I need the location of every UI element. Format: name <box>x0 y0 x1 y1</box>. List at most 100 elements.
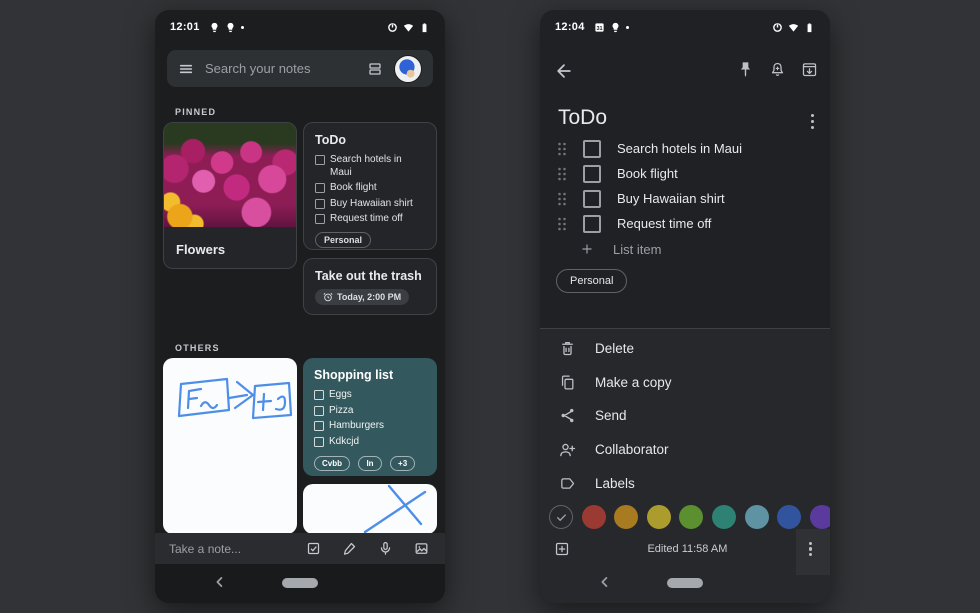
list-view-toggle-icon[interactable] <box>367 61 383 77</box>
reminder-chip[interactable]: Today, 2:00 PM <box>315 289 409 305</box>
note-card-drawing-x[interactable] <box>303 484 437 534</box>
checkbox-icon <box>315 183 325 193</box>
pin-icon[interactable] <box>737 61 754 78</box>
trash-icon <box>559 340 576 357</box>
checkbox[interactable] <box>583 140 601 158</box>
plus-icon[interactable] <box>580 242 594 256</box>
color-swatch-teal[interactable] <box>712 505 736 529</box>
checklist-item: Buy Hawaiian shirt <box>315 198 425 211</box>
search-placeholder[interactable]: Search your notes <box>205 61 356 76</box>
person-add-icon <box>558 441 576 459</box>
checklist-row[interactable]: Request time off <box>540 211 830 236</box>
add-box-icon[interactable] <box>554 541 570 557</box>
checkbox-icon <box>315 214 325 224</box>
navigation-bar <box>155 564 445 603</box>
checkbox[interactable] <box>583 165 601 183</box>
menu-item-collaborator[interactable]: Collaborator <box>540 433 830 467</box>
label-tag-icon <box>559 475 576 492</box>
checklist-item: Kdkcjd <box>314 436 426 449</box>
take-a-note-bar[interactable]: Take a note... <box>155 533 445 564</box>
archive-icon[interactable] <box>801 61 818 78</box>
bottom-overflow-menu-icon[interactable] <box>805 538 816 561</box>
keep-home-screen: 12:01 Search your notes PINNED Flowers T… <box>155 10 445 603</box>
take-a-note-placeholder[interactable]: Take a note... <box>169 542 306 556</box>
color-swatch-blue[interactable] <box>777 505 801 529</box>
battery-icon <box>419 22 430 33</box>
hand-drawing-sketch <box>303 484 437 534</box>
label-chip[interactable]: In <box>358 456 381 471</box>
checklist-item: Pizza <box>314 405 426 418</box>
alarm-clock-icon <box>323 292 333 302</box>
note-card-flowers[interactable]: Flowers <box>163 122 297 269</box>
note-bottom-bar: Edited 11:58 AM <box>540 534 830 564</box>
notification-dot-icon <box>241 26 244 29</box>
account-avatar[interactable] <box>394 55 422 83</box>
note-card-trash[interactable]: Take out the trash Today, 2:00 PM <box>303 258 437 315</box>
color-swatch-default-selected[interactable] <box>549 505 573 529</box>
new-audio-mic-icon[interactable] <box>378 541 393 556</box>
pinned-section-label: PINNED <box>175 107 216 117</box>
label-chip-personal[interactable]: Personal <box>556 269 627 293</box>
checkbox[interactable] <box>583 215 601 233</box>
menu-item-send[interactable]: Send <box>540 399 830 433</box>
checkbox-icon <box>315 155 325 165</box>
checklist-row[interactable]: Search hotels in Maui <box>540 136 830 161</box>
drag-handle-icon[interactable] <box>557 142 567 156</box>
checklist: Search hotels in Maui Book flight Buy Ha… <box>540 136 830 262</box>
note-card-drawing[interactable] <box>163 358 297 534</box>
search-bar[interactable]: Search your notes <box>167 50 433 87</box>
menu-item-make-a-copy[interactable]: Make a copy <box>540 366 830 400</box>
note-card-todo[interactable]: ToDo Search hotels in Maui Book flight B… <box>303 122 437 250</box>
nav-home-pill[interactable] <box>282 578 318 588</box>
new-checklist-icon[interactable] <box>306 541 321 556</box>
note-card-shopping[interactable]: Shopping list Eggs Pizza Hamburgers Kdkc… <box>303 358 437 476</box>
checklist-item: Hamburgers <box>314 420 426 433</box>
nav-back-icon[interactable] <box>598 575 612 589</box>
wifi-icon <box>788 22 799 33</box>
checkbox[interactable] <box>583 190 601 208</box>
color-swatch-orange[interactable] <box>614 505 638 529</box>
nav-home-pill[interactable] <box>667 578 703 588</box>
color-swatch-blue-gray[interactable] <box>745 505 769 529</box>
wifi-icon <box>403 22 414 33</box>
menu-item-labels[interactable]: Labels <box>540 466 830 500</box>
data-saver-icon <box>772 22 783 33</box>
label-chip[interactable]: Personal <box>315 232 371 248</box>
note-options-bottom-sheet: Delete Make a copy Send Collaborator Lab… <box>540 328 830 603</box>
checklist-row[interactable]: Book flight <box>540 161 830 186</box>
drag-handle-icon[interactable] <box>557 192 567 206</box>
status-bar: 12:04 31 <box>540 16 830 38</box>
title-overflow-menu-icon[interactable] <box>807 110 818 133</box>
color-palette <box>549 505 830 529</box>
color-swatch-red[interactable] <box>582 505 606 529</box>
note-title: Flowers <box>176 242 225 257</box>
color-swatch-purple[interactable] <box>810 505 830 529</box>
note-title[interactable]: ToDo <box>558 106 607 130</box>
label-chip[interactable]: +3 <box>390 456 415 471</box>
color-swatch-yellow[interactable] <box>647 505 671 529</box>
color-swatch-green[interactable] <box>679 505 703 529</box>
drag-handle-icon[interactable] <box>557 217 567 231</box>
drag-handle-icon[interactable] <box>557 167 567 181</box>
label-chip[interactable]: Cvbb <box>314 456 350 471</box>
add-list-item-row[interactable]: List item <box>540 236 830 262</box>
nav-back-icon[interactable] <box>213 575 227 589</box>
keep-note-detail-screen: 12:04 31 ToDo Search hotels in Maui <box>540 10 830 603</box>
notification-dot-icon <box>626 26 629 29</box>
new-image-icon[interactable] <box>414 541 429 556</box>
note-title: ToDo <box>315 133 425 147</box>
reminder-bell-icon[interactable] <box>769 61 786 78</box>
status-bar: 12:01 <box>155 16 445 38</box>
new-drawing-brush-icon[interactable] <box>342 541 357 556</box>
flowers-photo <box>164 123 296 227</box>
others-section-label: OTHERS <box>175 343 220 353</box>
status-time: 12:01 <box>170 21 200 33</box>
calendar-notification-icon: 31 <box>594 22 605 33</box>
lightbulb-notification-icon <box>209 22 220 33</box>
menu-item-delete[interactable]: Delete <box>540 332 830 366</box>
back-arrow-icon[interactable] <box>554 61 574 81</box>
note-app-bar <box>540 54 830 90</box>
note-title: Shopping list <box>314 368 426 382</box>
hamburger-menu-icon[interactable] <box>178 61 194 77</box>
checklist-row[interactable]: Buy Hawaiian shirt <box>540 186 830 211</box>
